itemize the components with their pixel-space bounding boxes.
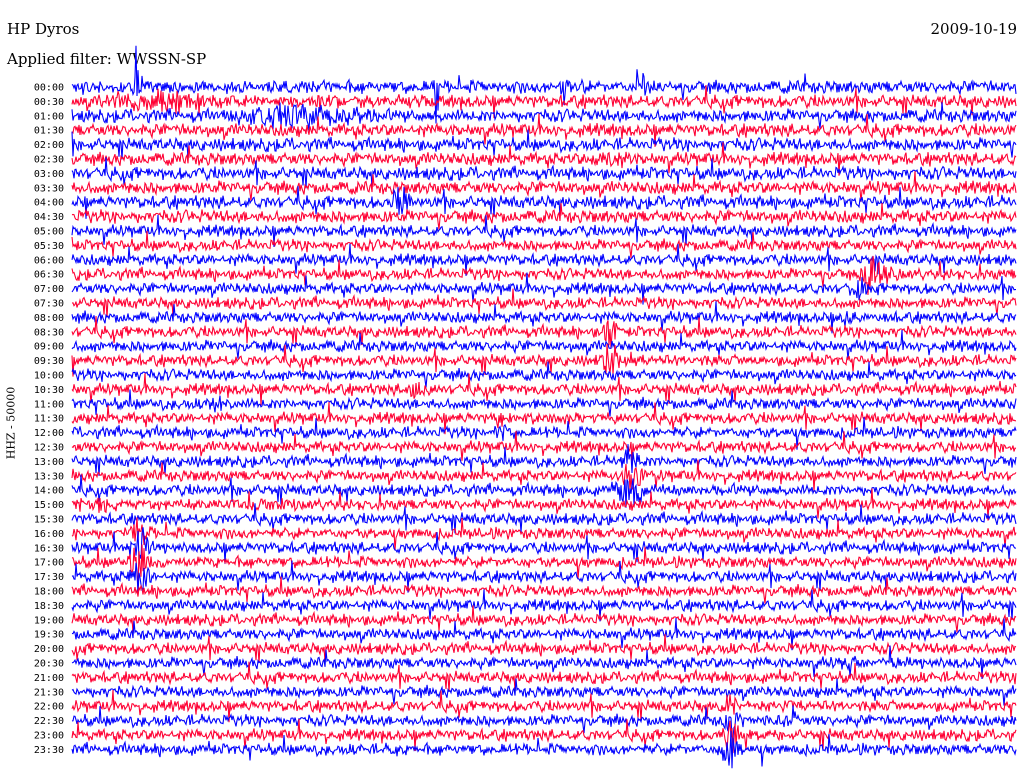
time-label: 23:00 [34, 731, 64, 742]
trace-row [71, 330, 1017, 361]
time-label: 06:30 [34, 270, 64, 281]
time-label: 16:30 [34, 543, 64, 554]
time-label: 16:00 [34, 529, 64, 540]
time-label: 12:30 [34, 443, 64, 454]
time-label: 13:00 [34, 457, 64, 468]
time-label: 09:30 [34, 356, 64, 367]
time-label: 15:00 [34, 500, 64, 511]
time-label: 21:30 [34, 687, 64, 698]
time-label: 10:30 [34, 385, 64, 396]
seismogram: 00:00 00:30 01:00 01:30 02:00 02:30 03:00 03:30… [34, 45, 1017, 769]
time-label: 02:30 [34, 155, 64, 166]
trace-row [71, 45, 1017, 124]
time-label: 20:00 [34, 644, 64, 655]
time-label: 09:00 [34, 342, 64, 353]
time-label: 07:00 [34, 284, 64, 295]
time-label: 15:30 [34, 515, 64, 526]
time-label: 11:30 [34, 414, 64, 425]
time-label: 01:00 [34, 111, 64, 122]
time-label: 08:30 [34, 327, 64, 338]
time-label: 19:00 [34, 615, 64, 626]
time-label: 01:30 [34, 126, 64, 137]
trace-row [71, 102, 1017, 131]
time-label: 05:00 [34, 227, 64, 238]
trace-row [71, 661, 1017, 692]
time-label: 06:00 [34, 255, 64, 266]
time-label: 04:30 [34, 212, 64, 223]
time-label: 07:30 [34, 299, 64, 310]
trace-row [71, 678, 1017, 706]
time-label: 03:00 [34, 169, 64, 180]
time-label: 18:00 [34, 587, 64, 598]
time-label: 17:30 [34, 572, 64, 583]
trace-row [71, 718, 1017, 754]
time-label: 05:30 [34, 241, 64, 252]
trace-row [71, 459, 1017, 492]
time-label: 08:00 [34, 313, 64, 324]
time-label: 22:00 [34, 702, 64, 713]
time-label: 11:00 [34, 399, 64, 410]
time-label: 14:00 [34, 486, 64, 497]
time-label: 02:00 [34, 140, 64, 151]
time-label: 17:00 [34, 558, 64, 569]
time-label: 20:30 [34, 659, 64, 670]
time-label: 21:00 [34, 673, 64, 684]
time-label: 22:30 [34, 716, 64, 727]
time-label: 12:00 [34, 428, 64, 439]
time-label: 04:00 [34, 198, 64, 209]
time-label: 23:30 [34, 745, 64, 756]
trace-row [71, 129, 1017, 160]
time-label: 10:00 [34, 371, 64, 382]
time-label: 00:00 [34, 83, 64, 94]
time-label: 18:30 [34, 601, 64, 612]
time-label: 13:30 [34, 471, 64, 482]
trace-row [71, 503, 1017, 534]
time-label: 00:30 [34, 97, 64, 108]
time-label: 19:30 [34, 630, 64, 641]
time-label: 03:30 [34, 183, 64, 194]
